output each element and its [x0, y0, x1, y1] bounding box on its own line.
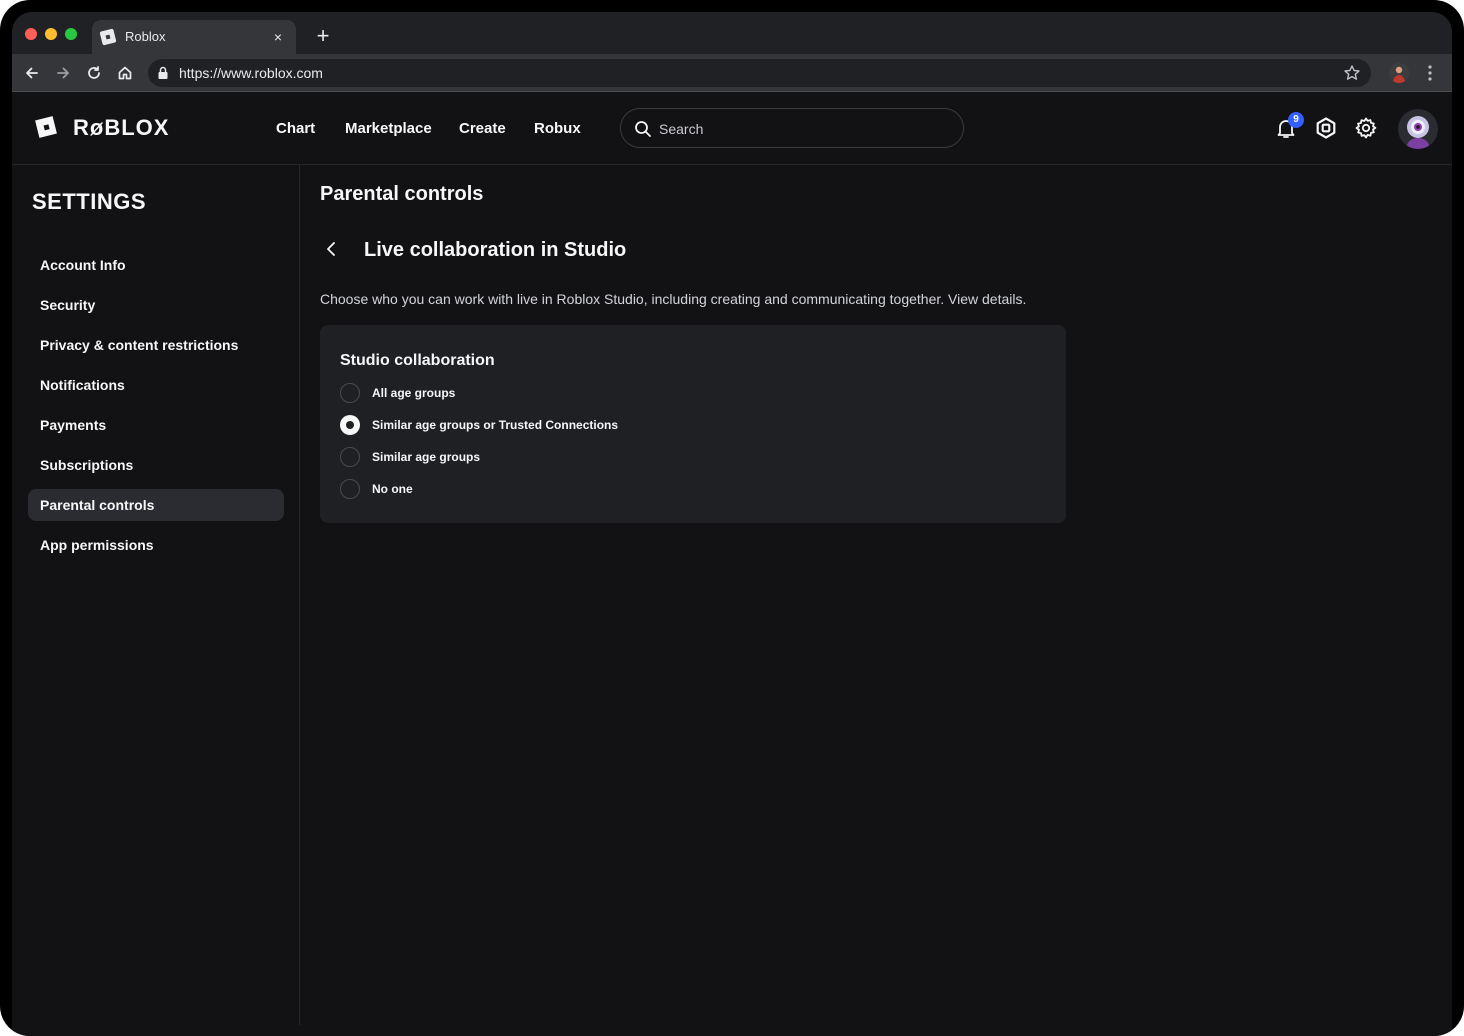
- gear-icon[interactable]: [1354, 116, 1378, 140]
- back-chevron-icon[interactable]: [318, 236, 344, 262]
- sidebar-item-label: Account Info: [40, 257, 126, 273]
- robux-icon[interactable]: [1314, 116, 1338, 140]
- sidebar-item-label: Privacy & content restrictions: [40, 337, 239, 353]
- radio-button-selected[interactable]: [340, 415, 360, 435]
- tab-strip: Roblox × +: [12, 12, 1452, 54]
- nav-create[interactable]: Create: [459, 120, 506, 137]
- search-box: [620, 108, 964, 148]
- radio-label: Similar age groups: [372, 450, 481, 464]
- option-similar-age-groups[interactable]: Similar age groups: [340, 445, 740, 469]
- radio-button[interactable]: [340, 447, 360, 467]
- card-title: Studio collaboration: [340, 352, 495, 369]
- sidebar-item-label: App permissions: [40, 537, 154, 553]
- browser-menu-icon[interactable]: [1424, 63, 1436, 83]
- option-all-age-groups[interactable]: All age groups: [340, 381, 740, 405]
- sidebar-item-parental-controls[interactable]: Parental controls: [28, 489, 284, 521]
- nav-marketplace[interactable]: Marketplace: [345, 120, 432, 137]
- option-similar-or-trusted[interactable]: Similar age groups or Trusted Connection…: [340, 413, 740, 437]
- tab-title: Roblox: [125, 29, 166, 44]
- reload-icon[interactable]: [82, 61, 106, 85]
- device-frame: Roblox × + https://www.roblox.com RøBLOX…: [0, 0, 1464, 1036]
- url-text: https://www.roblox.com: [179, 65, 323, 81]
- settings-sidebar: SETTINGS Account Info Security Privacy &…: [12, 165, 300, 1025]
- sidebar-item-label: Security: [40, 297, 96, 313]
- settings-main: Parental controls Live collaboration in …: [300, 165, 1452, 1036]
- notification-count-badge: 9: [1288, 112, 1304, 128]
- back-icon[interactable]: [20, 61, 44, 85]
- bookmark-star-icon[interactable]: [1343, 64, 1361, 82]
- studio-collaboration-card: Studio collaboration All age groups Simi…: [320, 325, 1066, 523]
- search-icon: [635, 121, 651, 137]
- maximize-window-button[interactable]: [65, 28, 77, 40]
- roblox-wordmark[interactable]: RøBLOX: [73, 115, 169, 141]
- site-header: RøBLOX Chart Marketplace Create Robux 9: [12, 93, 1452, 165]
- address-bar[interactable]: https://www.roblox.com: [148, 59, 1371, 87]
- radio-button[interactable]: [340, 383, 360, 403]
- radio-button[interactable]: [340, 479, 360, 499]
- settings-title: SETTINGS: [32, 189, 147, 214]
- radio-label: No one: [372, 482, 413, 496]
- sidebar-item-label: Subscriptions: [40, 457, 134, 473]
- close-window-button[interactable]: [25, 28, 37, 40]
- page-title: Parental controls: [320, 183, 484, 205]
- sidebar-item-label: Payments: [40, 417, 107, 433]
- roblox-favicon-icon: [99, 28, 117, 46]
- sidebar-item-app-permissions[interactable]: App permissions: [28, 529, 284, 561]
- tab-close-icon[interactable]: ×: [268, 27, 288, 47]
- lock-icon: [158, 66, 168, 79]
- sidebar-item-security[interactable]: Security: [28, 289, 284, 321]
- sidebar-item-notifications[interactable]: Notifications: [28, 369, 284, 401]
- sidebar-item-payments[interactable]: Payments: [28, 409, 284, 441]
- radio-label: All age groups: [372, 386, 456, 400]
- sidebar-item-subscriptions[interactable]: Subscriptions: [28, 449, 284, 481]
- home-icon[interactable]: [113, 61, 137, 85]
- forward-icon[interactable]: [51, 61, 75, 85]
- nav-chart[interactable]: Chart: [276, 120, 315, 137]
- sidebar-item-label: Parental controls: [40, 497, 155, 513]
- section-title: Live collaboration in Studio: [364, 239, 627, 261]
- nav-robux[interactable]: Robux: [534, 120, 581, 137]
- section-description: Choose who you can work with live in Rob…: [320, 291, 1027, 307]
- browser-toolbar: https://www.roblox.com: [12, 54, 1452, 92]
- browser-tab[interactable]: Roblox ×: [92, 20, 296, 54]
- user-avatar[interactable]: [1398, 109, 1438, 149]
- new-tab-button[interactable]: +: [310, 24, 336, 50]
- browser-profile-icon[interactable]: [1389, 63, 1409, 83]
- sidebar-item-label: Notifications: [40, 377, 125, 393]
- sidebar-item-privacy[interactable]: Privacy & content restrictions: [28, 329, 284, 361]
- browser-window: Roblox × + https://www.roblox.com RøBLOX…: [12, 12, 1452, 1036]
- sidebar-item-account-info[interactable]: Account Info: [28, 249, 284, 281]
- minimize-window-button[interactable]: [45, 28, 57, 40]
- search-input[interactable]: [659, 118, 949, 140]
- roblox-logo-icon[interactable]: [35, 116, 57, 138]
- option-no-one[interactable]: No one: [340, 477, 740, 501]
- radio-label: Similar age groups or Trusted Connection…: [372, 418, 619, 432]
